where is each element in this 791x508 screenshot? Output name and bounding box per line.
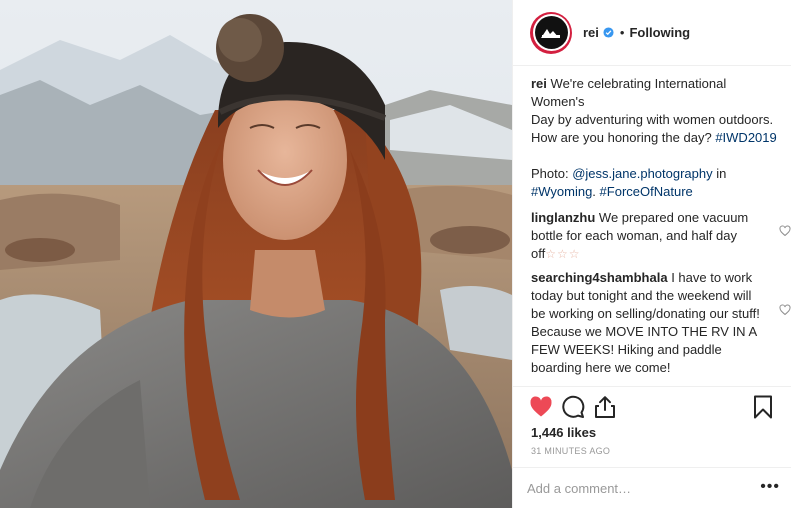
comment-text: I have to work today but tonight and the… — [531, 270, 760, 375]
avatar-inner-ring — [532, 14, 570, 51]
verified-badge-icon — [603, 27, 614, 38]
hashtag-wyoming[interactable]: #Wyoming — [531, 184, 592, 199]
likes-count[interactable]: 1,446 likes — [531, 425, 596, 440]
share-icon[interactable] — [593, 395, 617, 419]
comment-body: searching4shambhala I have to work today… — [531, 269, 763, 377]
author-username[interactable]: rei — [583, 25, 599, 40]
post-timestamp[interactable]: 31 MINUTES AGO — [531, 446, 610, 456]
comment-item: linglanzhu We prepared one vacuum bottle… — [531, 209, 791, 263]
author-avatar[interactable] — [530, 11, 572, 54]
bookmark-icon[interactable] — [751, 395, 775, 419]
caption-text-1: We're celebrating International Women's — [531, 76, 727, 109]
header-separator: • — [619, 25, 625, 40]
heart-icon[interactable] — [529, 395, 553, 419]
comment-input[interactable] — [527, 478, 747, 498]
comments-list: rei We're celebrating International Wome… — [531, 72, 791, 377]
photo-credit: Photo: @jess.jane.photography in #Wyomin… — [531, 165, 781, 201]
caption-username[interactable]: rei — [531, 76, 547, 91]
in-word: in — [716, 166, 727, 181]
post-sidebar: rei • Following rei We're celebrating In… — [512, 0, 791, 508]
rei-logo — [534, 16, 568, 49]
post-actions: 1,446 likes 31 MINUTES AGO ••• — [513, 386, 791, 508]
following-button[interactable]: Following — [629, 25, 690, 40]
credit-dot: . — [592, 184, 596, 199]
more-options-icon[interactable]: ••• — [760, 479, 780, 495]
comment-like-heart-icon[interactable] — [779, 225, 791, 237]
caption-text-3: How are you honoring the day? — [531, 130, 712, 145]
comment-emoji: ☆☆☆ — [545, 247, 581, 261]
caption-line-1: rei We're celebrating International Wome… — [531, 75, 781, 111]
caption-text-2: Day by adventuring with women outdoors. — [531, 112, 774, 127]
comment-body: linglanzhu We prepared one vacuum bottle… — [531, 209, 763, 263]
photographer-link[interactable]: @jess.jane.photography — [572, 166, 712, 181]
post-photo[interactable] — [0, 0, 512, 508]
add-comment-bar: ••• — [513, 467, 791, 508]
comment-like-heart-icon[interactable] — [779, 304, 791, 316]
caption-line-3: How are you honoring the day? #IWD2019 — [531, 129, 781, 147]
rei-logo-mark — [541, 28, 560, 38]
action-icons — [529, 395, 781, 421]
instagram-post: rei • Following rei We're celebrating In… — [0, 0, 791, 508]
hashtag-forceofnature[interactable]: #ForceOfNature — [600, 184, 693, 199]
comment-username[interactable]: linglanzhu — [531, 210, 595, 225]
post-photo-illustration — [0, 0, 512, 508]
comment-bubble-icon[interactable] — [561, 395, 585, 419]
comment-username[interactable]: searching4shambhala — [531, 270, 668, 285]
comment-item: searching4shambhala I have to work today… — [531, 269, 791, 377]
post-caption: rei We're celebrating International Wome… — [531, 75, 781, 201]
post-header: rei • Following — [513, 0, 791, 66]
photo-label: Photo: — [531, 166, 569, 181]
hashtag-iwd2019[interactable]: #IWD2019 — [715, 130, 776, 145]
